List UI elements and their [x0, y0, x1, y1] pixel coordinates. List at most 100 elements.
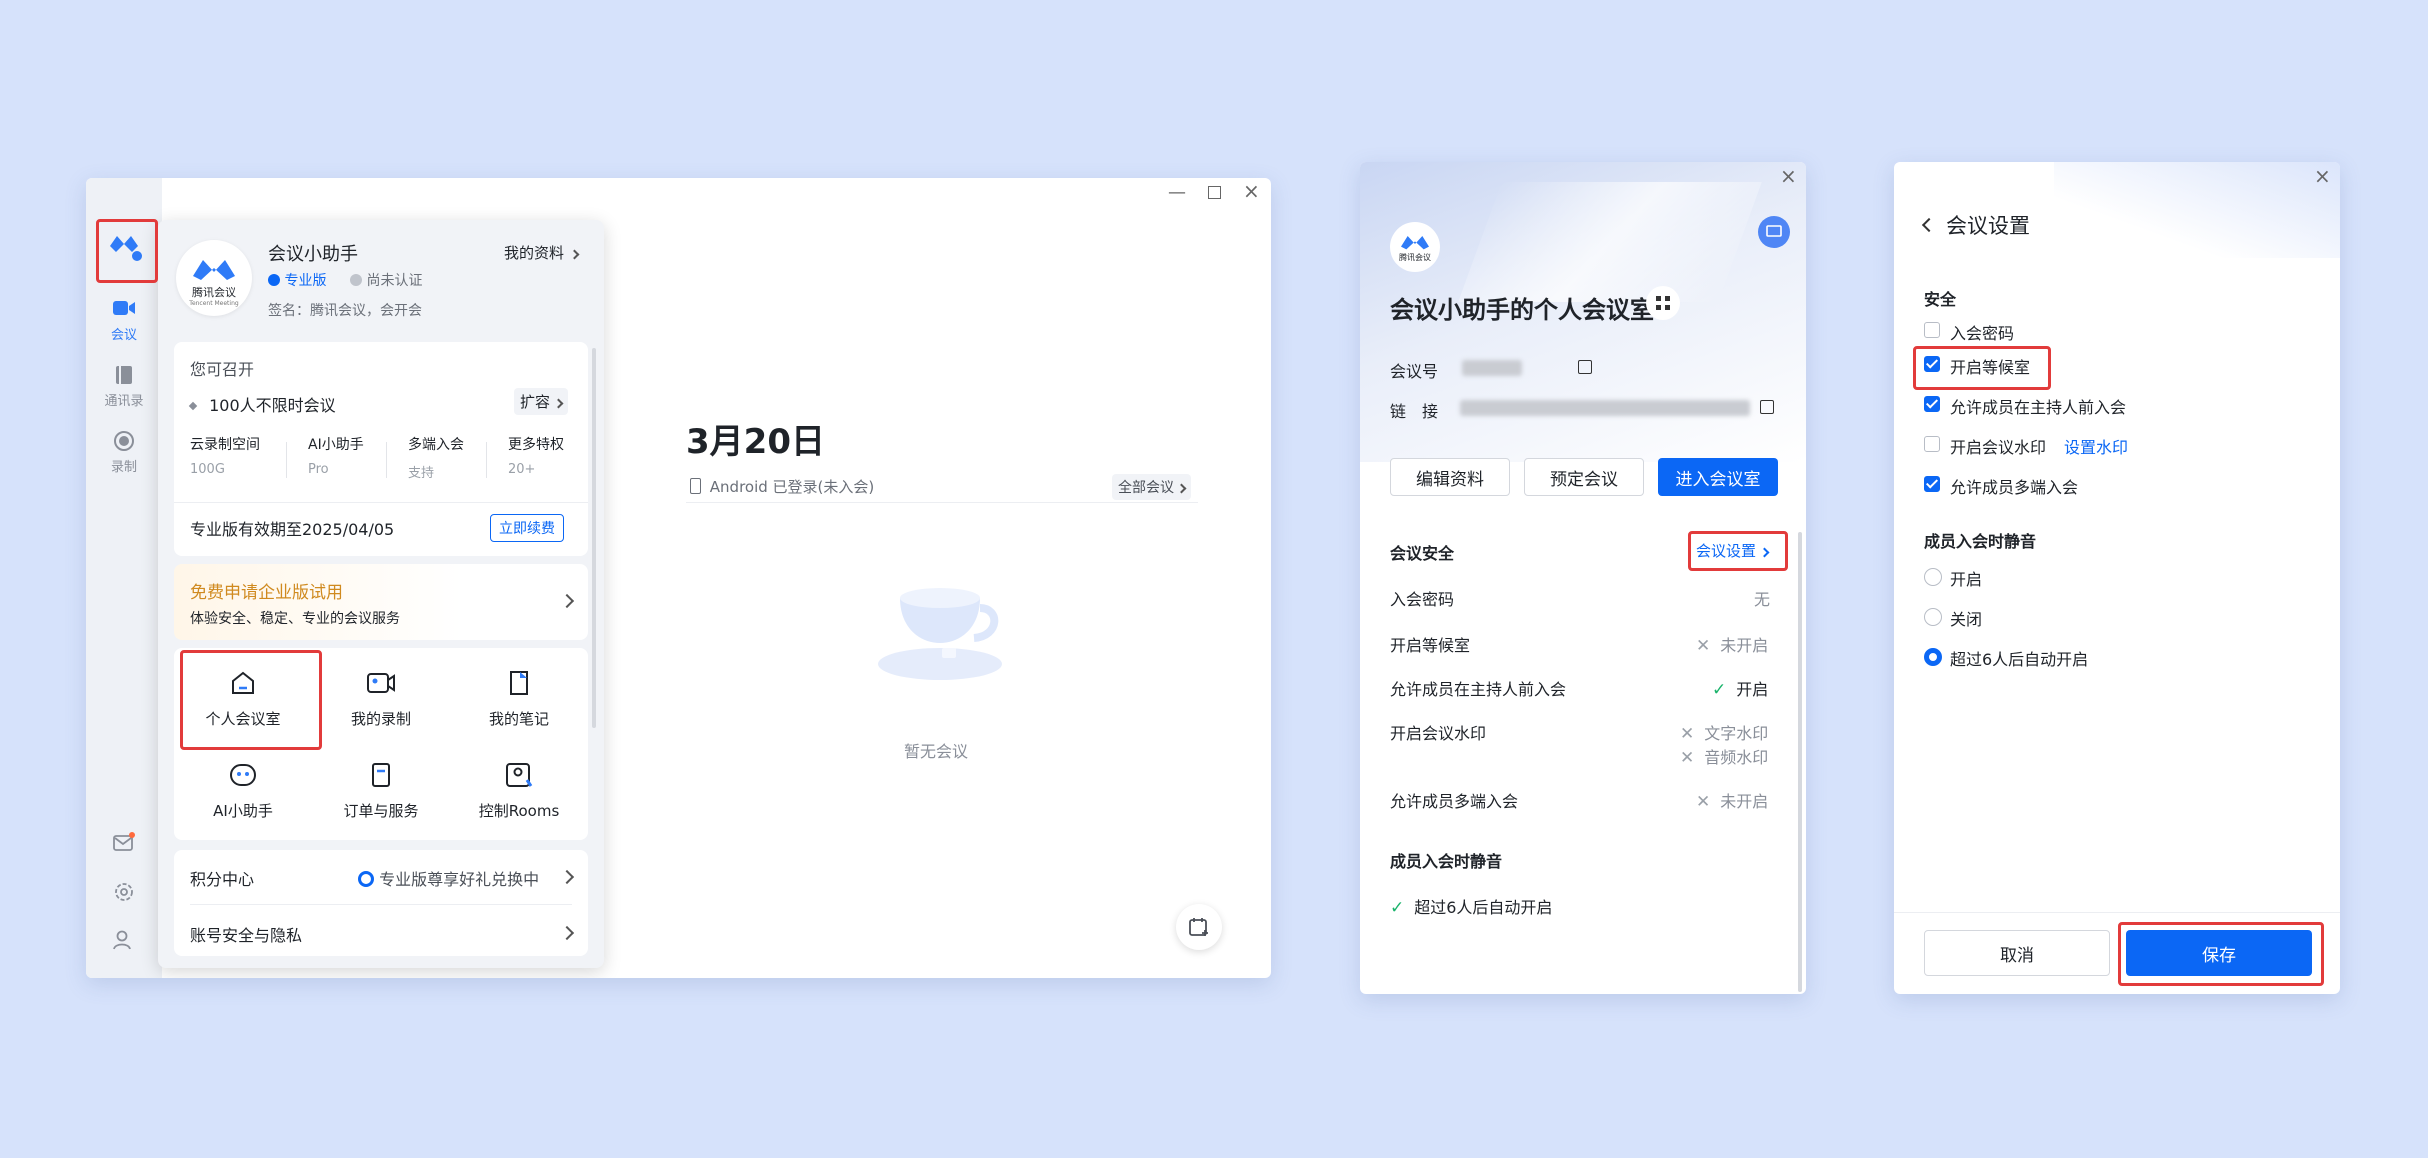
close-icon[interactable]: ×: [1243, 179, 1260, 203]
security-row-label: 允许成员多端入会: [1390, 792, 1519, 811]
grid-item-ai-assistant[interactable]: AI小助手: [174, 744, 312, 840]
points-center-row[interactable]: 积分中心 专业版尊享好礼兑换中 账号安全与隐私: [174, 850, 588, 956]
security-row-value: 无: [1754, 590, 1771, 609]
schedule-calendar-button[interactable]: [1176, 904, 1222, 950]
main-window: 会议 通讯录 录制 腾讯会议 Tencent Meeting 会议小助手 我的资…: [86, 178, 1271, 978]
settings-gear-icon[interactable]: [112, 880, 136, 904]
logo-text: 腾讯会议: [1399, 253, 1431, 262]
room-logo: 腾讯会议: [1390, 222, 1440, 272]
empty-cup-icon: [872, 548, 1012, 688]
divider: [386, 442, 387, 478]
save-button[interactable]: 保存: [2126, 930, 2312, 976]
check-icon: ✓: [1390, 898, 1405, 918]
edit-profile-button[interactable]: 编辑资料: [1390, 458, 1510, 496]
option-label: 开启会议水印: [1950, 438, 2047, 457]
x-icon: ✕: [1696, 792, 1711, 812]
value-text: 未开启: [1720, 636, 1769, 655]
maximize-icon[interactable]: [1208, 186, 1221, 199]
grid-item-orders[interactable]: 订单与服务: [312, 744, 450, 840]
option-label: 开启等候室: [1950, 358, 2031, 377]
copy-icon[interactable]: [1578, 360, 1592, 374]
option-checkbox[interactable]: [1924, 436, 1940, 452]
x-icon: ✕: [1680, 748, 1695, 768]
chevron-right-icon: [559, 925, 575, 941]
nav-meeting[interactable]: 会议: [94, 298, 154, 348]
mute-radio[interactable]: [1924, 608, 1942, 626]
quota-item-label: 云录制空间: [190, 437, 260, 453]
grid-item-personal-room[interactable]: 个人会议室: [174, 648, 312, 744]
quota-item: 更多特权 20+: [508, 434, 564, 477]
renew-button[interactable]: 立即续费: [490, 514, 564, 542]
option-checkbox[interactable]: [1924, 356, 1940, 372]
grid-item-my-notes[interactable]: 我的笔记: [450, 648, 588, 744]
mail-icon[interactable]: [112, 832, 136, 852]
close-icon[interactable]: ×: [1780, 164, 1797, 188]
my-profile-label: 我的资料: [504, 244, 565, 262]
nav-contacts[interactable]: 通讯录: [94, 364, 154, 414]
decorative-stripe: [1458, 182, 1762, 302]
option-checkbox[interactable]: [1924, 396, 1940, 412]
minimize-icon[interactable]: —: [1168, 182, 1186, 203]
mute-radio[interactable]: [1924, 568, 1942, 586]
divider: [190, 904, 572, 905]
grid-item-label: 个人会议室: [205, 710, 281, 728]
cancel-button[interactable]: 取消: [1924, 930, 2110, 976]
user-settings-icon[interactable]: [112, 928, 136, 952]
nav-meeting-label: 会议: [110, 328, 137, 343]
grid-item-control-rooms[interactable]: 控制Rooms: [450, 744, 588, 840]
nav-record[interactable]: 录制: [94, 430, 154, 480]
verify-status[interactable]: 尚未认证: [350, 270, 422, 290]
all-meetings-link[interactable]: 全部会议: [1112, 474, 1192, 500]
close-icon[interactable]: ×: [2314, 164, 2331, 188]
account-security-row[interactable]: 账号安全与隐私: [190, 922, 302, 946]
trial-banner[interactable]: 免费申请企业版试用 体验安全、稳定、专业的会议服务: [174, 564, 588, 640]
value-text: 开启: [1736, 680, 1769, 699]
divider: [686, 502, 1198, 503]
header-background: [2054, 162, 2340, 258]
value-text: 超过6人后自动开启: [1414, 898, 1553, 917]
security-row-label: 开启会议水印: [1390, 724, 1487, 743]
watermark-settings-link[interactable]: 设置水印: [2064, 434, 2128, 458]
pro-badge-icon: [268, 274, 280, 286]
whiteboard-icon[interactable]: [1758, 216, 1790, 248]
grid-item-label: 我的笔记: [488, 710, 549, 728]
option-label: 允许成员在主持人前入会: [1950, 398, 2127, 417]
option-checkbox[interactable]: [1924, 476, 1940, 492]
quota-item: AI小助手 Pro: [308, 434, 364, 477]
option-checkbox[interactable]: [1924, 322, 1940, 338]
scrollbar[interactable]: [592, 348, 596, 728]
grid-item-my-recordings[interactable]: 我的录制: [312, 648, 450, 744]
link-label: 链 接: [1390, 402, 1439, 421]
schedule-meeting-button[interactable]: 预定会议: [1524, 458, 1644, 496]
record-icon: [114, 431, 134, 451]
app-logo-icon[interactable]: [104, 226, 144, 266]
scrollbar[interactable]: [1798, 532, 1802, 992]
mute-radio[interactable]: [1924, 648, 1942, 666]
my-profile-link[interactable]: 我的资料: [504, 242, 580, 263]
control-rooms-icon: [506, 763, 533, 787]
capacity-label: 100人不限时会议: [209, 396, 336, 415]
edition-badge: 专业版: [268, 270, 326, 290]
chevron-right-icon: [1759, 547, 1770, 558]
grid-item-label: 控制Rooms: [478, 802, 560, 820]
chevron-right-icon: [559, 869, 575, 885]
note-icon: [510, 671, 528, 695]
chevron-right-icon: [553, 398, 564, 409]
enter-room-button[interactable]: 进入会议室: [1658, 458, 1778, 496]
quota-item-value: Pro: [308, 462, 329, 477]
meeting-settings-link[interactable]: 会议设置: [1696, 540, 1770, 561]
security-heading: 安全: [1924, 290, 1957, 309]
chevron-right-icon: [569, 249, 580, 260]
mute-value: ✓ 超过6人后自动开启: [1390, 894, 1552, 918]
option-label: 允许成员多端入会: [1950, 478, 2079, 497]
quota-item-label: 更多特权: [508, 437, 564, 453]
divider: [286, 442, 287, 478]
nav-record-label: 录制: [110, 460, 137, 475]
security-row-value: ✕ 音频水印: [1680, 744, 1768, 768]
expand-button[interactable]: 扩容: [514, 388, 568, 415]
robot-icon: [230, 764, 256, 786]
back-chevron-icon[interactable]: [1921, 217, 1937, 233]
qr-code-icon[interactable]: [1646, 286, 1680, 320]
copy-icon[interactable]: [1760, 400, 1774, 414]
home-icon: [232, 671, 254, 694]
